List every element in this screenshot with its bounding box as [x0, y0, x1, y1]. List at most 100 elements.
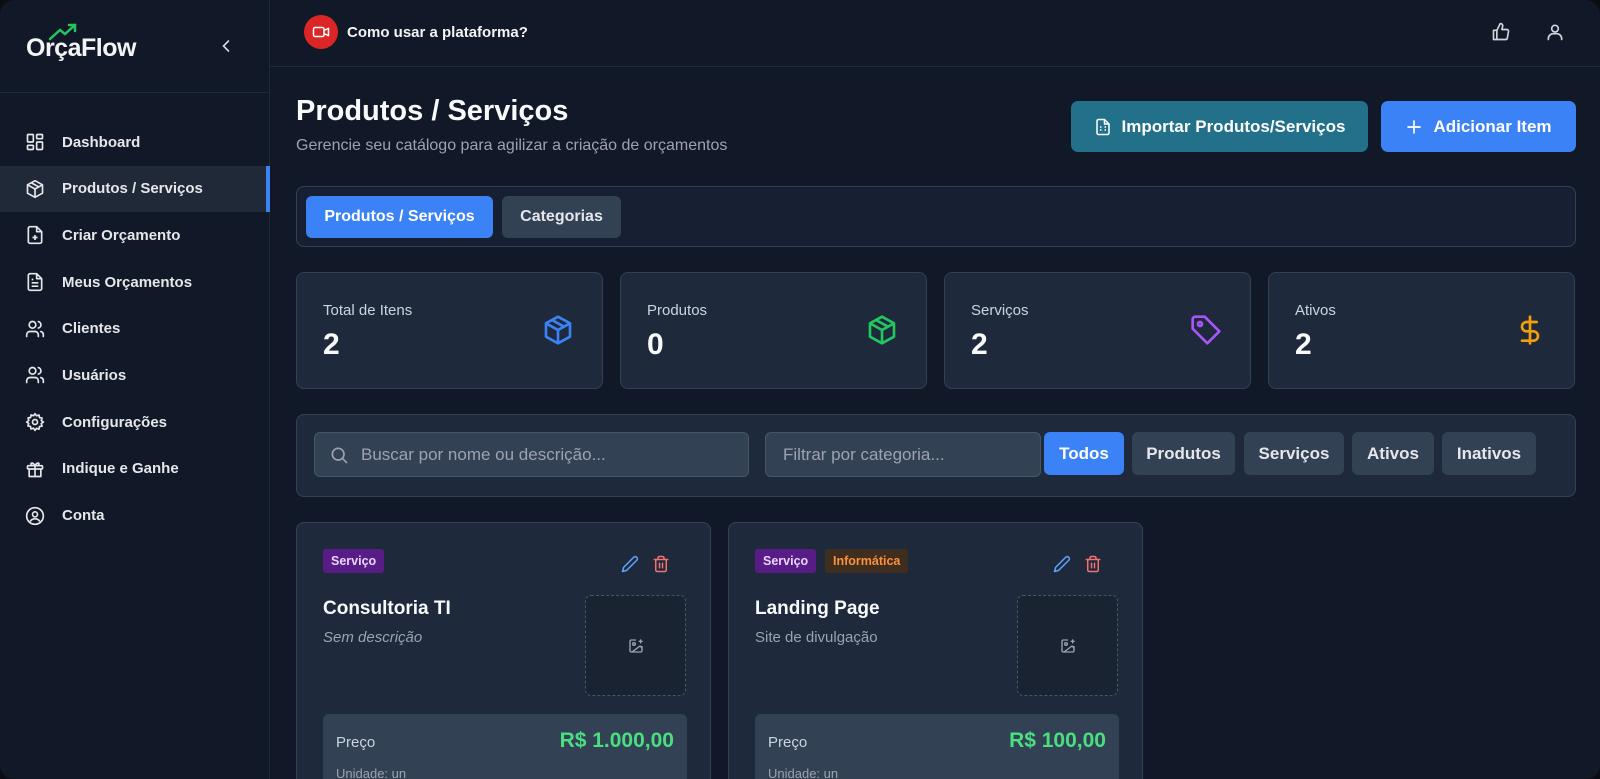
tab-produtos-servicos[interactable]: Produtos / Serviços [306, 196, 493, 238]
price-panel: Preço R$ 1.000,00 Unidade: un [323, 714, 687, 779]
item-title: Landing Page [755, 598, 880, 619]
dashboard-icon [25, 132, 45, 152]
stat-label: Serviços [971, 302, 1029, 319]
import-button[interactable]: Importar Produtos/Serviços [1071, 101, 1368, 152]
gear-icon [25, 412, 45, 432]
sidebar-item-dashboard[interactable]: Dashboard [0, 119, 269, 165]
user-group-icon [25, 365, 45, 385]
stat-value: 2 [971, 328, 988, 361]
import-button-label: Importar Produtos/Serviços [1121, 116, 1346, 136]
type-badge: Serviço [323, 549, 385, 573]
box-icon [25, 179, 45, 199]
chevron-left-icon[interactable] [216, 36, 236, 56]
app-logo[interactable]: OrçaFlow [26, 34, 136, 63]
price-label: Preço [336, 734, 376, 751]
stat-value: 2 [323, 328, 340, 361]
filter-chip-inativos[interactable]: Inativos [1442, 432, 1536, 475]
item-description: Sem descrição [323, 629, 423, 646]
edit-icon[interactable] [621, 555, 639, 573]
category-filter-input[interactable] [783, 444, 1040, 465]
tabs: Produtos / Serviços Categorias [296, 186, 1576, 247]
file-spreadsheet-icon [1095, 118, 1110, 135]
sidebar-item-meus-orcamentos[interactable]: Meus Orçamentos [0, 259, 269, 305]
sidebar-item-label: Conta [62, 507, 105, 524]
sidebar-item-label: Criar Orçamento [62, 226, 181, 244]
stat-value: 0 [647, 328, 664, 361]
sidebar-item-label: Usuários [62, 366, 127, 384]
sidebar-item-configuracoes[interactable]: Configurações [0, 399, 269, 445]
search-input[interactable] [361, 444, 748, 465]
plus-icon [1407, 119, 1422, 134]
user-icon[interactable] [1545, 22, 1565, 42]
sidebar-item-usuarios[interactable]: Usuários [0, 352, 269, 398]
item-description: Site de divulgação [755, 629, 878, 646]
stat-label: Ativos [1295, 302, 1336, 319]
sidebar-item-conta[interactable]: Conta [0, 493, 269, 539]
category-filter-field[interactable] [765, 432, 1041, 477]
stat-value: 2 [1295, 328, 1312, 361]
filter-chip-produtos[interactable]: Produtos [1132, 432, 1235, 475]
box-icon [868, 315, 896, 345]
tab-categorias[interactable]: Categorias [502, 196, 621, 238]
trash-icon[interactable] [1084, 555, 1102, 573]
filter-chip-servicos[interactable]: Serviços [1244, 432, 1344, 475]
price-value: R$ 100,00 [1009, 729, 1106, 752]
main-content: Produtos / Serviços Gerencie seu catálog… [270, 67, 1600, 779]
stat-label: Total de Itens [323, 302, 413, 319]
file-text-icon [25, 272, 45, 292]
file-plus-icon [25, 225, 45, 245]
thumbs-up-icon[interactable] [1491, 22, 1511, 42]
sidebar: OrçaFlow Dashboard Produtos / Serviços C… [0, 0, 270, 779]
help-link[interactable]: Como usar a plataforma? [347, 24, 528, 41]
price-value: R$ 1.000,00 [559, 729, 674, 752]
stat-card-ativos: Ativos 2 [1268, 272, 1575, 389]
sidebar-item-label: Meus Orçamentos [62, 273, 193, 291]
price-label: Preço [768, 734, 808, 751]
item-title: Consultoria TI [323, 598, 451, 619]
image-upload-slot[interactable] [585, 595, 686, 696]
stat-card-total: Total de Itens 2 [296, 272, 603, 389]
help-video-button[interactable] [304, 15, 338, 49]
sidebar-item-produtos[interactable]: Produtos / Serviços [0, 165, 270, 212]
tag-icon [1191, 315, 1221, 345]
image-upload-slot[interactable] [1017, 595, 1118, 696]
sidebar-item-indique-ganhe[interactable]: Indique e Ganhe [0, 446, 269, 492]
sidebar-item-label: Dashboard [62, 133, 141, 151]
stat-label: Produtos [647, 302, 708, 319]
add-item-button-label: Adicionar Item [1433, 116, 1552, 136]
page-title: Produtos / Serviços [296, 95, 569, 127]
type-badge: Serviço [755, 549, 817, 573]
category-badge: Informática [825, 549, 909, 573]
sidebar-item-criar-orcamento[interactable]: Criar Orçamento [0, 212, 269, 258]
box-icon [544, 315, 572, 345]
video-icon [312, 26, 330, 38]
unit-label: Unidade: un [768, 766, 839, 779]
filter-chip-ativos[interactable]: Ativos [1352, 432, 1434, 475]
trash-icon[interactable] [652, 555, 670, 573]
stat-card-produtos: Produtos 0 [620, 272, 927, 389]
price-panel: Preço R$ 100,00 Unidade: un [755, 714, 1119, 779]
sidebar-item-label: Clientes [62, 320, 121, 338]
stat-card-servicos: Serviços 2 [944, 272, 1251, 389]
sidebar-item-label: Produtos / Serviços [62, 180, 203, 198]
add-item-button[interactable]: Adicionar Item [1381, 101, 1576, 152]
sidebar-nav: Dashboard Produtos / Serviços Criar Orça… [0, 93, 270, 539]
image-plus-icon [1060, 638, 1075, 653]
sidebar-item-clientes[interactable]: Clientes [0, 306, 269, 352]
image-plus-icon [628, 638, 643, 653]
gift-icon [25, 459, 45, 479]
item-card: Serviço Informática Landing Page Site de… [728, 522, 1143, 779]
edit-icon[interactable] [1053, 555, 1071, 573]
sidebar-item-label: Indique e Ganhe [62, 460, 179, 478]
sidebar-item-label: Configurações [62, 413, 168, 431]
brand-header: OrçaFlow [0, 0, 269, 93]
page-subtitle: Gerencie seu catálogo para agilizar a cr… [296, 137, 728, 154]
user-circle-icon [25, 506, 45, 526]
dollar-icon [1520, 315, 1540, 345]
filter-chip-todos[interactable]: Todos [1044, 432, 1124, 475]
search-icon [331, 447, 348, 463]
unit-label: Unidade: un [336, 766, 407, 779]
search-field[interactable] [314, 432, 749, 477]
app-window: OrçaFlow Dashboard Produtos / Serviços C… [0, 0, 1600, 779]
filter-bar: Todos Produtos Serviços Ativos Inativos [296, 414, 1576, 497]
